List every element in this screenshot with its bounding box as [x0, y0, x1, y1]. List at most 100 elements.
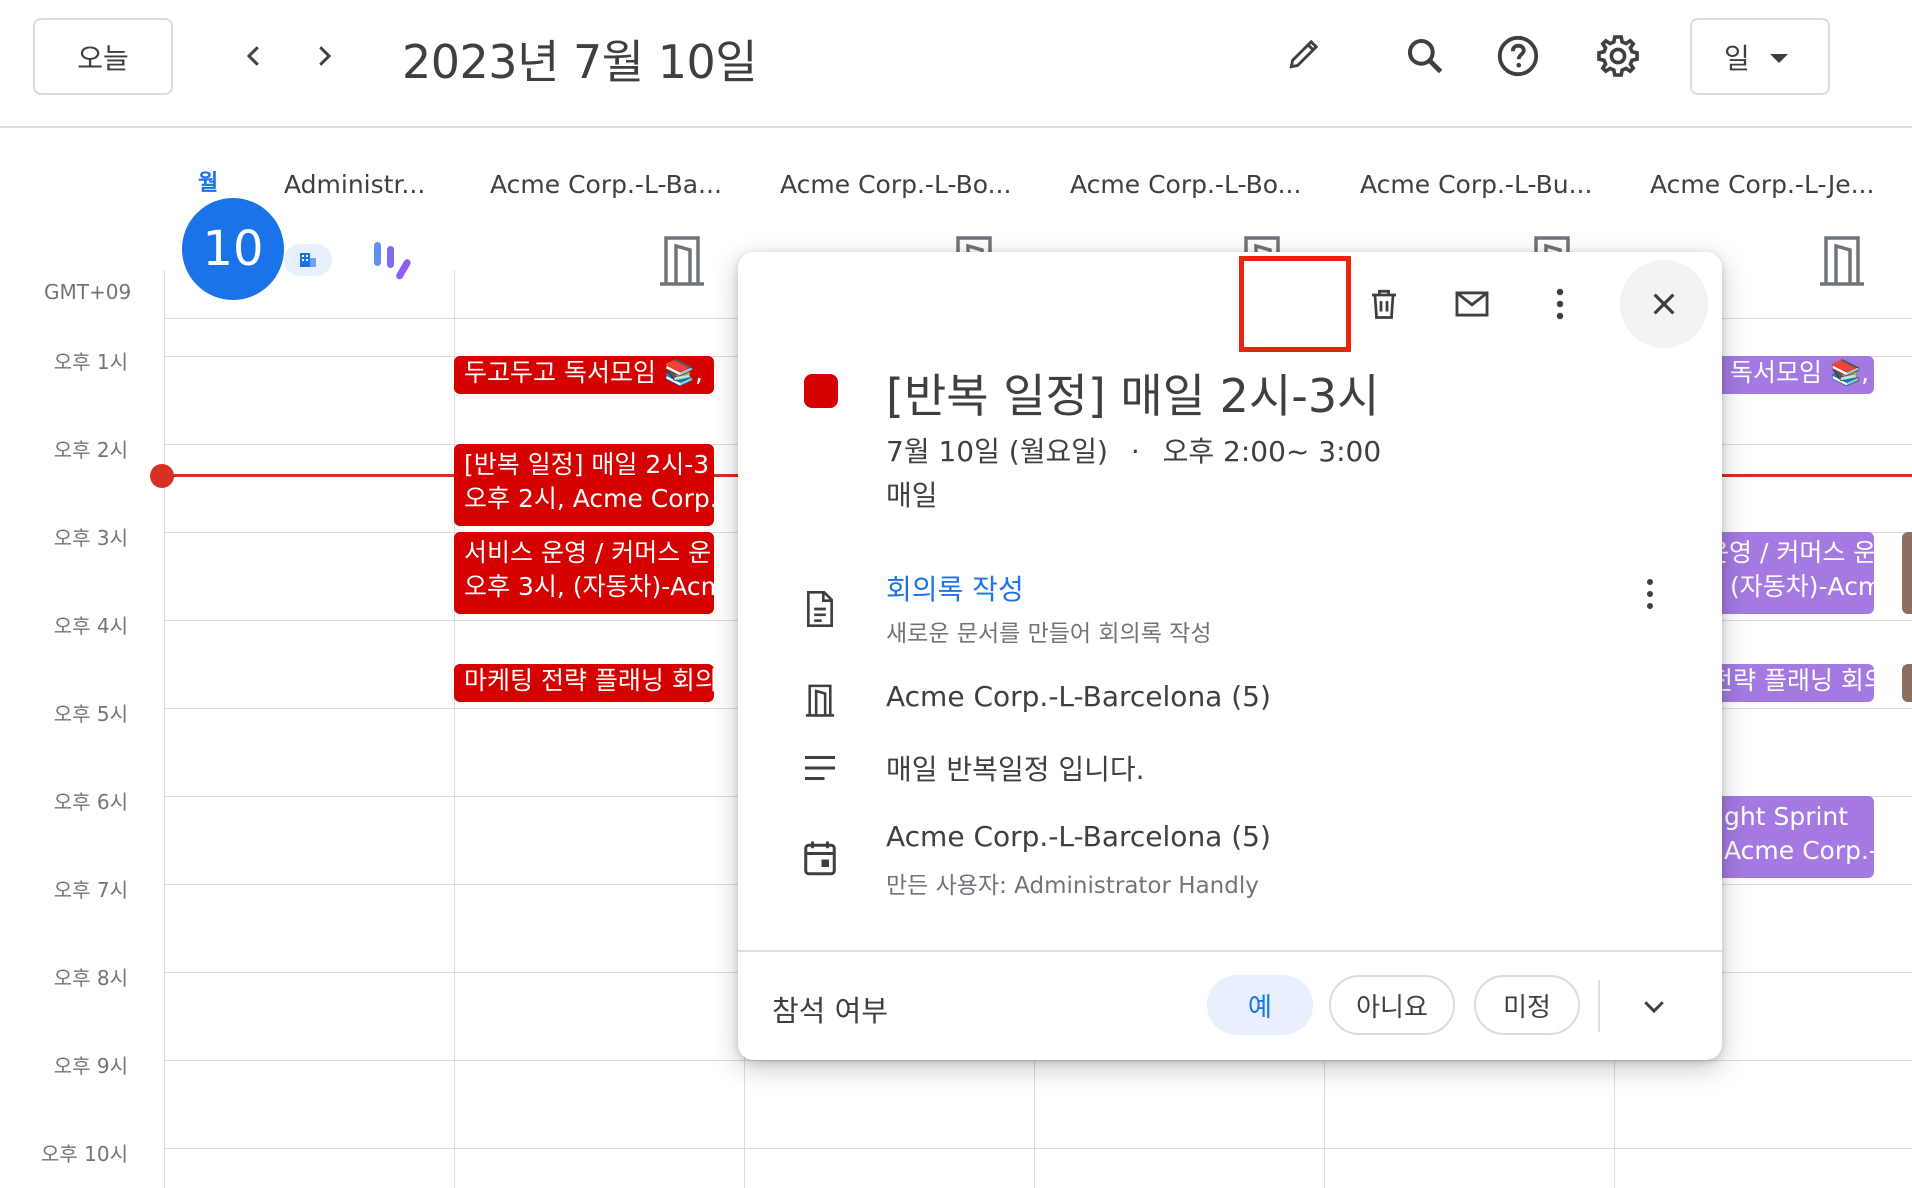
time-label: 오후 6시: [53, 790, 128, 814]
event-chip-edge[interactable]: [1902, 664, 1912, 702]
event-color-swatch: [804, 374, 838, 408]
email-guests-button[interactable]: [1440, 272, 1504, 336]
column-header-administrator[interactable]: Administr...: [284, 170, 425, 199]
mail-icon: [1455, 291, 1489, 317]
event-room: Acme Corp.-L-Barcelona (5): [886, 680, 1271, 713]
event-date: 7월 10일 (월요일): [886, 435, 1108, 468]
column-header-barcelona[interactable]: Acme Corp.-L-Ba...: [490, 170, 722, 199]
event-time: 오후 2:00~ 3:00: [1162, 435, 1382, 468]
calendar-icon: [796, 834, 844, 882]
search-button[interactable]: [1393, 24, 1457, 88]
time-label: 오후 4시: [53, 614, 128, 638]
notes-more-button[interactable]: [1630, 570, 1670, 618]
time-label: 오후 5시: [53, 702, 128, 726]
settings-button[interactable]: [1586, 24, 1650, 88]
event-description: 매일 반복일정 입니다.: [886, 753, 1145, 786]
building-icon: [300, 253, 316, 267]
timezone-label: GMT+09: [44, 280, 132, 304]
today-button[interactable]: 오늘: [33, 18, 173, 95]
more-options-button[interactable]: [1528, 272, 1592, 336]
time-label: 오후 1시: [53, 350, 128, 374]
event-chip[interactable]: 전략 플래닝 회의: [1700, 664, 1874, 702]
day-number[interactable]: 10: [182, 198, 284, 300]
time-label: 오후 8시: [53, 966, 128, 990]
chevron-left-icon: [246, 46, 259, 66]
event-chip[interactable]: 독서모임 📚,: [1700, 356, 1874, 394]
gear-icon: [1597, 35, 1639, 77]
search-icon: [1407, 38, 1443, 74]
time-label: 오후 2시: [53, 438, 128, 462]
description-icon: [796, 744, 844, 792]
event-chip[interactable]: 운영 / 커머스 운 (자동차)-Acm: [1700, 532, 1874, 614]
event-title: 운영 / 커머스 운: [1706, 538, 1874, 567]
document-icon: [796, 585, 844, 633]
pencil-icon: [1289, 39, 1319, 69]
room-door-icon: [1820, 236, 1864, 286]
event-detail: Acme Corp.-: [1724, 836, 1874, 865]
more-vert-icon: [1647, 579, 1653, 609]
calendar-badge: [284, 244, 332, 276]
help-button[interactable]: [1486, 24, 1550, 88]
grid-column-line: [454, 270, 455, 1188]
time-label: 오후 3시: [53, 526, 128, 550]
next-day-button[interactable]: [294, 26, 354, 86]
column-header-bordeaux[interactable]: Acme Corp.-L-Bo...: [1070, 170, 1301, 199]
handly-logo-icon: [374, 242, 411, 280]
rsvp-no-button[interactable]: 아니요: [1329, 975, 1455, 1035]
current-time-dot: [150, 464, 174, 488]
column-header-busan[interactable]: Acme Corp.-L-Bu...: [1360, 170, 1592, 199]
event-chip[interactable]: ght Sprint Acme Corp.-: [1700, 796, 1874, 878]
event-title: 독서모임 📚,: [1730, 358, 1870, 387]
view-selector[interactable]: 일: [1690, 18, 1830, 95]
event-title: 마케팅 전략 플래닝 회의: [464, 666, 714, 695]
event-chip[interactable]: 서비스 운영 / 커머스 운 오후 3시, (자동차)-Acm: [454, 532, 714, 614]
create-notes-description: 새로운 문서를 만들어 회의록 작성: [886, 621, 1212, 647]
event-title: ght Sprint: [1724, 802, 1849, 831]
event-creator: 만든 사용자: Administrator Handly: [886, 873, 1259, 899]
time-label: 오후 7시: [53, 878, 128, 902]
rsvp-label: 참석 여부: [772, 994, 888, 1028]
event-detail: (자동차)-Acm: [1730, 572, 1874, 601]
room-door-icon: [660, 236, 704, 286]
delete-event-button[interactable]: [1352, 272, 1416, 336]
chevron-right-icon: [319, 46, 332, 66]
grid-column-line: [164, 270, 165, 1188]
rsvp-expand-button[interactable]: [1626, 980, 1682, 1032]
event-calendar: Acme Corp.-L-Barcelona (5): [886, 820, 1271, 853]
caret-down-icon: [1770, 54, 1788, 63]
event-chip[interactable]: 두고두고 독서모임 📚,: [454, 356, 714, 394]
more-vert-icon: [1556, 288, 1564, 320]
event-detail: 오후 3시, (자동차)-Acm: [464, 572, 714, 601]
event-chip[interactable]: [반복 일정] 매일 2시-3 오후 2시, Acme Corp.-: [454, 444, 714, 526]
chevron-down-icon: [1644, 1001, 1664, 1014]
separator-dot: ·: [1130, 435, 1140, 468]
view-selector-label: 일: [1724, 41, 1750, 75]
event-chip-edge[interactable]: [1902, 532, 1912, 614]
event-datetime: 7월 10일 (월요일) · 오후 2:00~ 3:00: [886, 430, 1381, 470]
create-notes-link[interactable]: 회의록 작성: [886, 568, 1024, 608]
previous-day-button[interactable]: [224, 26, 284, 86]
top-bar: 오늘 2023년 7월 10일 일: [0, 0, 1912, 128]
column-header-jeju[interactable]: Acme Corp.-L-Je...: [1650, 170, 1874, 199]
edit-button-highlight: [1239, 256, 1351, 352]
event-recurrence: 매일: [886, 479, 938, 512]
rsvp-maybe-button[interactable]: 미정: [1474, 975, 1580, 1035]
event-title: 두고두고 독서모임 📚,: [464, 358, 703, 387]
time-label: 오후 10시: [40, 1142, 128, 1166]
event-title: 서비스 운영 / 커머스 운: [464, 538, 712, 567]
close-popup-button[interactable]: [1620, 260, 1708, 348]
help-icon: [1497, 35, 1539, 77]
event-title: [반복 일정] 매일 2시-3: [464, 450, 710, 479]
weekday-label: 월: [198, 171, 219, 196]
event-detail: 오후 2시, Acme Corp.-: [464, 484, 714, 513]
grid-row-line: [164, 1060, 1912, 1061]
rsvp-yes-button[interactable]: 예: [1207, 975, 1313, 1035]
grid-row-line: [164, 1148, 1912, 1149]
time-label: 오후 9시: [53, 1054, 128, 1078]
room-door-icon: [796, 676, 844, 724]
edit-event-button[interactable]: [1272, 22, 1336, 86]
column-header-boston[interactable]: Acme Corp.-L-Bo...: [780, 170, 1011, 199]
event-chip[interactable]: 마케팅 전략 플래닝 회의: [454, 664, 714, 702]
event-title: 전략 플래닝 회의: [1710, 666, 1874, 695]
trash-icon: [1372, 289, 1396, 319]
